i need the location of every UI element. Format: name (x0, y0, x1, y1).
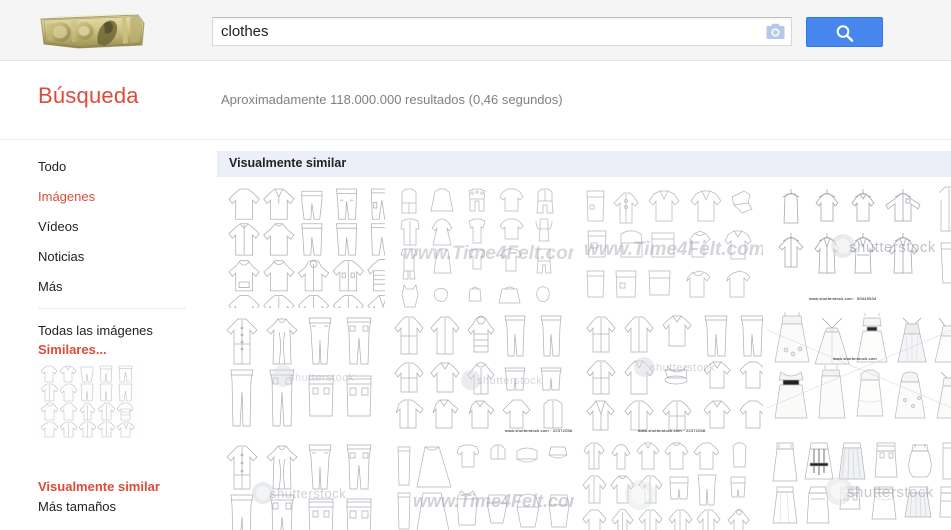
result-thumbnail[interactable]: shutterstock (217, 312, 385, 437)
result-thumbnail[interactable] (217, 183, 385, 308)
tool-similar[interactable]: Similares... (0, 340, 205, 359)
result-thumbnail[interactable] (578, 441, 763, 530)
watermark-url: www.shutterstock.com · 59449534 (809, 296, 877, 301)
tool-all-images[interactable]: Todas las imágenes (0, 321, 205, 340)
result-thumbnail[interactable]: www.Time4Felt.com (389, 441, 574, 530)
result-stats: Aproximadamente 118.000.000 resultados (… (221, 92, 563, 107)
sidebar-item-videos[interactable]: Vídeos (0, 212, 205, 242)
sidebar-item-todo[interactable]: Todo (0, 152, 205, 182)
search-submit-button[interactable] (806, 17, 883, 47)
sidebar-item-noticias[interactable]: Noticias (0, 242, 205, 272)
results-row: www.Time4Felt.com www.Time4Felt.com shut… (217, 183, 951, 312)
main-results-area: Visualmente similar www.Time4Felt.com ww… (205, 141, 951, 530)
sidebar-tools-secondary: Visualmente similar Más tamaños (0, 477, 205, 517)
results-row: shutterstock (217, 312, 951, 441)
similar-images-thumbnail[interactable] (38, 363, 138, 438)
left-sidebar: Todo Imágenes Vídeos Noticias Más Todas … (0, 141, 205, 530)
sub-header: Búsqueda Aproximadamente 118.000.000 res… (0, 61, 951, 140)
result-thumbnail[interactable]: shutterstock www.shutterstock.com · 2237… (389, 312, 574, 437)
search-input[interactable] (213, 18, 761, 45)
top-header-bar (0, 0, 951, 61)
image-results-grid: www.Time4Felt.com www.Time4Felt.com shut… (217, 183, 951, 530)
watermark-url: www.shutterstock.com (833, 356, 877, 361)
section-title: Visualmente similar (229, 156, 347, 170)
result-thumbnail[interactable]: shutterstock www.shutterstock.com · 2237… (578, 312, 763, 437)
sidebar-divider (38, 308, 186, 309)
result-thumbnail[interactable]: www.Time4Felt.com (389, 183, 574, 308)
tool-visually-similar[interactable]: Visualmente similar (0, 477, 205, 497)
results-row: shutterstock (217, 441, 951, 530)
page-title: Búsqueda (38, 83, 139, 108)
sidebar-item-mas[interactable]: Más (0, 272, 205, 302)
watermark-url: www.shutterstock.com · 22372056 (505, 428, 573, 433)
result-thumbnail[interactable] (939, 183, 951, 308)
result-thumbnail[interactable]: www.Time4Felt.com (578, 183, 763, 308)
tool-more-sizes[interactable]: Más tamaños (0, 497, 205, 517)
sidebar-item-imagenes[interactable]: Imágenes (0, 182, 205, 212)
watermark-url: www.shutterstock.com · 22372058 (638, 428, 706, 433)
result-thumbnail[interactable]: shutterstock (767, 441, 951, 530)
result-thumbnail[interactable]: www.shutterstock.com (767, 312, 951, 437)
sidebar-tools: Todas las imágenes Similares... (0, 321, 205, 438)
result-thumbnail[interactable]: shutterstock www.shutterstock.com · 5944… (767, 183, 935, 308)
search-box[interactable] (212, 17, 792, 46)
ancient-relief-logo (40, 13, 145, 49)
section-header-bar: Visualmente similar (217, 151, 951, 177)
site-logo[interactable] (38, 11, 146, 51)
search-icon (836, 25, 854, 42)
camera-icon[interactable] (766, 23, 785, 40)
result-thumbnail[interactable]: shutterstock (217, 441, 385, 530)
search-vertical-nav: Todo Imágenes Vídeos Noticias Más (0, 152, 205, 302)
